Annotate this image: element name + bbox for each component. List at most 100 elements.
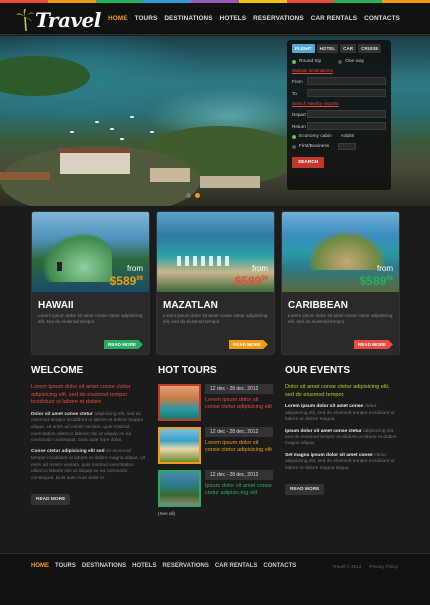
see-all-link[interactable]: (See all) [158,511,273,516]
nav-contacts[interactable]: CONTACTS [364,15,400,22]
tour-description[interactable]: Lorem ipsum dolor sit conse ctetur adipi… [205,397,273,412]
one-way-radio[interactable] [338,59,343,64]
destination-card: from $58999 HAWAII Lorem ipsum dolor sit… [31,211,150,355]
read-more-button[interactable]: READ MORE [228,340,268,349]
tour-date: 12 dec - 28 dec, 2012 [205,470,273,480]
palm-tree-icon [16,9,34,31]
events-column: OUR EVENTS Dolor sit amet conse ctetur a… [285,365,400,516]
event-item[interactable]: Set magna ipsum dolor sit amet conse cte… [285,453,400,472]
slider-dots [186,193,200,198]
economy-label: Economy cabin [299,134,332,139]
nav-tours[interactable]: TOURS [135,15,158,22]
tab-cruise[interactable]: CRUISE [358,44,382,53]
nav-home[interactable]: HOME [108,15,128,22]
logo-text: Travel [35,8,101,32]
site-footer: HOME TOURS DESTINATIONS HOTELS RESERVATI… [0,553,430,605]
search-nearby-link[interactable]: Search Nearby Airports [292,101,386,106]
card-text: Lorem ipsum dolor sit amet conse ctetur … [163,313,268,324]
nav-car-rentals[interactable]: CAR RENTALS [311,15,357,22]
welcome-read-more-button[interactable]: READ MORE [31,493,71,505]
round-trip-label: Round trip [299,59,322,64]
footer-nav: HOME TOURS DESTINATIONS HOTELS RESERVATI… [31,563,296,569]
card-text: Lorem ipsum dolor sit amet conse ctetur … [38,313,143,324]
events-lede: Dolor sit amet conse ctetur adipisicing … [285,384,390,398]
tab-car[interactable]: CAR [340,44,357,53]
tour-item[interactable]: 12 dec - 28 dec, 2012 Ipsum dolor sit am… [158,470,273,507]
economy-radio[interactable] [292,134,296,139]
hero-building [200,176,260,188]
site-header: Travel HOME TOURS DESTINATIONS HOTELS RE… [0,3,430,35]
hero-boat [130,116,134,118]
footer-nav-tours[interactable]: TOURS [55,563,76,569]
price-from-label: from [252,264,268,273]
footer-nav-home[interactable]: HOME [31,563,49,569]
price-from-label: from [127,264,143,273]
card-title: CARIBBEAN [288,300,348,311]
content-columns: WELCOME Lorem ipsum dolor sit amet conse… [31,365,400,516]
first-class-label: First/Business [299,144,330,149]
return-input[interactable] [307,122,386,130]
hot-tours-column: HOT TOURS 12 dec - 28 dec, 2012 Lorem ip… [158,365,273,516]
welcome-title: WELCOME [31,365,84,376]
footer-legal: Travel © 2012 Privacy Policy [333,564,398,569]
footer-nav-destinations[interactable]: DESTINATIONS [82,563,126,569]
hawaii-image: from $58999 [32,212,149,292]
from-input[interactable] [307,77,386,85]
tour-description[interactable]: Ipsum dolor sit amet conse ctetur adipis… [205,483,273,498]
tab-hotel[interactable]: HOTEL [316,44,339,53]
nav-destinations[interactable]: DESTINATIONS [164,15,212,22]
logo[interactable]: Travel [16,7,101,33]
footer-nav-hotels[interactable]: HOTELS [132,563,156,569]
one-way-label: One way [345,59,365,64]
nav-reservations[interactable]: RESERVATIONS [253,15,304,22]
card-title: MAZATLAN [163,300,218,311]
price-amount: $58999 [109,274,143,288]
tour-date: 12 dec - 28 dec, 2012 [205,384,273,394]
depart-input[interactable] [307,110,386,118]
tour-date: 12 dec - 28 dec, 2012 [205,427,273,437]
tab-flight[interactable]: FLIGHT [292,44,315,53]
tour-thumbnail[interactable] [158,470,201,507]
search-button[interactable]: SEARCH [292,157,325,168]
slider-dot-active[interactable] [195,193,200,198]
hero-island [0,56,90,96]
nav-hotels[interactable]: HOTELS [220,15,247,22]
hero-building [150,168,190,182]
destination-card: from $58999 CARIBBEAN Lorem ipsum dolor … [281,211,400,355]
tour-item[interactable]: 12 dec - 28 dec, 2012 Lorem ipsum dolor … [158,427,273,464]
footer-nav-reservations[interactable]: RESERVATIONS [162,563,208,569]
adults-label: Adults [340,134,355,139]
events-title: OUR EVENTS [285,365,351,376]
welcome-column: WELCOME Lorem ipsum dolor sit amet conse… [31,365,146,516]
round-trip-radio[interactable] [292,59,296,64]
card-text: Lorem ipsum dolor sit amet conse ctetur … [288,313,393,324]
privacy-policy-link[interactable]: Privacy Policy [369,564,398,569]
events-read-more-button[interactable]: READ MORE [285,484,325,496]
price-amount: $58999 [359,274,393,288]
welcome-paragraph: Dolor sit amet conse ctetur adipisicing … [31,411,143,444]
tour-description[interactable]: Lorem ipsum dolor sit conse ctetur adipi… [205,440,273,455]
tour-thumbnail[interactable] [158,427,201,464]
event-item[interactable]: Lorem ipsum dolor sit amet conse ctetur … [285,404,400,423]
price-tag: from $58999 [360,265,393,289]
read-more-button[interactable]: READ MORE [103,340,143,349]
hero-boat [150,131,154,133]
footer-nav-contacts[interactable]: CONTACTS [263,563,296,569]
read-more-button[interactable]: READ MORE [353,340,393,349]
first-class-radio[interactable] [292,144,296,149]
welcome-paragraph: Conse ctetur adipisicing elit sed do eiu… [31,449,146,481]
hero-building [60,152,130,174]
welcome-lede: Lorem ipsum dolor sit amet conse ctetur … [31,384,131,406]
to-input[interactable] [307,89,386,97]
footer-nav-car-rentals[interactable]: CAR RENTALS [215,563,258,569]
destination-cards: from $58999 HAWAII Lorem ipsum dolor sit… [31,211,400,355]
tour-thumbnail[interactable] [158,384,201,421]
tour-item[interactable]: 12 dec - 28 dec, 2012 Lorem ipsum dolor … [158,384,273,421]
slider-dot[interactable] [186,193,191,198]
multiple-destinations-link[interactable]: Multiple destinations [292,68,386,73]
price-tag: from $58999 [235,265,268,289]
caribbean-image: from $58999 [282,212,399,292]
event-item[interactable]: Ipsum dolor sit amet conse ctetur adipis… [285,429,400,448]
return-label: Return [292,123,306,129]
adults-select[interactable] [338,143,357,150]
